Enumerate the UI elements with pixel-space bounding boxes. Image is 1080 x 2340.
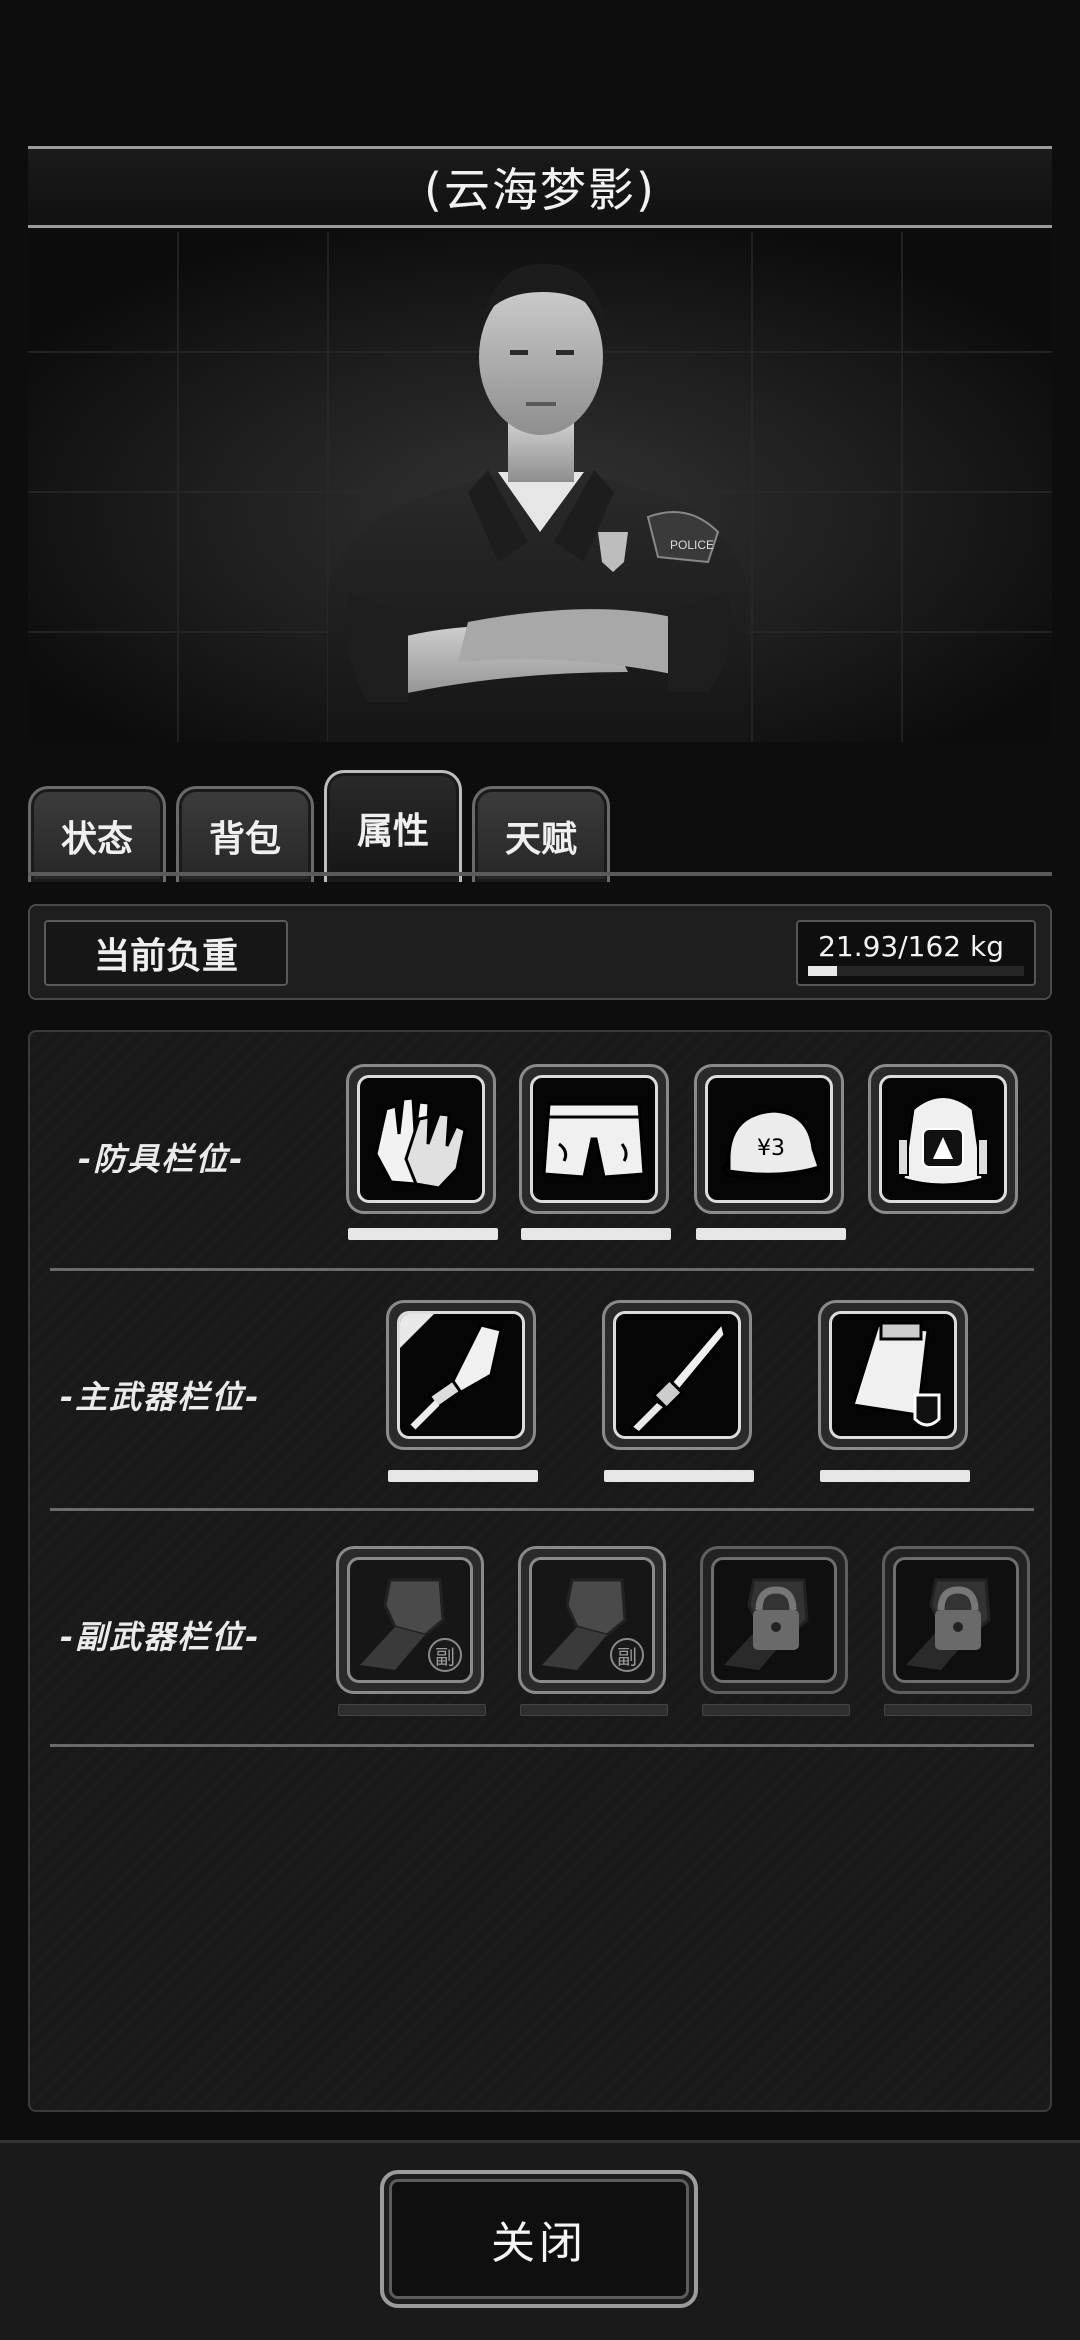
primary-weapon-slots-label: -主武器栏位-	[60, 1378, 261, 1416]
character-portrait: POLICE	[28, 232, 1052, 742]
lock-icon	[906, 1578, 991, 1670]
weight-progress-fill	[808, 966, 838, 976]
tab-bar: 状态 背包 属性 天赋	[28, 770, 1052, 882]
armor-slot-durability-bar	[696, 1228, 846, 1240]
secondary-weapon-durability-bar	[884, 1704, 1032, 1716]
lock-icon	[724, 1578, 809, 1670]
armor-slot-backpack[interactable]	[868, 1064, 1018, 1214]
weight-label: 当前负重	[44, 920, 288, 986]
weight-value: 21.93/162 kg	[818, 930, 1004, 963]
armor-slot-gloves[interactable]	[346, 1064, 496, 1214]
secondary-weapon-slots-label: -副武器栏位-	[60, 1618, 261, 1656]
gloves-icon	[374, 1096, 467, 1190]
secondary-weapon-slot-1[interactable]: 副	[336, 1546, 484, 1694]
secondary-weapon-slot-2[interactable]: 副	[518, 1546, 666, 1694]
box-icon	[851, 1321, 941, 1427]
secondary-weapon-durability-bar	[338, 1704, 486, 1716]
svg-text:POLICE: POLICE	[670, 538, 714, 552]
armor-slot-durability-bar	[521, 1228, 671, 1240]
cap-icon: ¥3	[722, 1109, 821, 1180]
shorts-icon	[542, 1102, 646, 1179]
secondary-badge: 副	[610, 1638, 644, 1672]
weight-progress-track	[808, 966, 1024, 976]
tab-attributes[interactable]: 属性	[324, 770, 462, 882]
primary-weapon-durability-bar	[820, 1470, 970, 1482]
weight-box: 21.93/162 kg	[796, 920, 1036, 986]
secondary-weapon-slot-locked-3[interactable]	[700, 1546, 848, 1694]
primary-weapon-durability-bar	[604, 1470, 754, 1482]
armor-slots-label: -防具栏位-	[78, 1140, 245, 1178]
tab-talent[interactable]: 天赋	[472, 786, 610, 882]
close-button[interactable]: 关闭	[380, 2170, 698, 2308]
tab-status[interactable]: 状态	[28, 786, 166, 882]
row-divider	[50, 1268, 1034, 1271]
secondary-weapon-durability-bar	[702, 1704, 850, 1716]
secondary-badge: 副	[428, 1638, 462, 1672]
row-divider	[50, 1744, 1034, 1747]
knife-icon	[628, 1319, 727, 1435]
primary-weapon-durability-bar	[388, 1470, 538, 1482]
tab-underline	[28, 872, 1052, 876]
svg-text:¥3: ¥3	[757, 1136, 785, 1161]
row-divider	[50, 1508, 1034, 1511]
police-officer-portrait: POLICE	[28, 232, 1052, 742]
backpack-icon	[897, 1095, 989, 1187]
character-screen: (云海梦影) POLICE 状态 背包 属性 天赋 当前负重 21.93/162…	[0, 0, 1080, 2340]
title-bar: (云海梦影)	[28, 146, 1052, 228]
armor-slot-cap[interactable]: ¥3	[694, 1064, 844, 1214]
character-name: (云海梦影)	[424, 163, 656, 217]
secondary-weapon-durability-bar	[520, 1704, 668, 1716]
armor-slot-durability-bar	[348, 1228, 498, 1240]
rarity-corner	[400, 1314, 434, 1348]
armor-slot-shorts[interactable]	[519, 1064, 669, 1214]
primary-weapon-slot-box[interactable]	[818, 1300, 968, 1450]
secondary-weapon-slot-locked-4[interactable]	[882, 1546, 1030, 1694]
tab-backpack[interactable]: 背包	[176, 786, 314, 882]
primary-weapon-slot-knife[interactable]	[602, 1300, 752, 1450]
weight-panel: 当前负重 21.93/162 kg	[28, 904, 1052, 1000]
primary-weapon-slot-blade[interactable]	[386, 1300, 536, 1450]
equipment-panel: -防具栏位- ¥3 -主武器栏位- -副武器栏位- 副 副	[28, 1030, 1052, 2112]
